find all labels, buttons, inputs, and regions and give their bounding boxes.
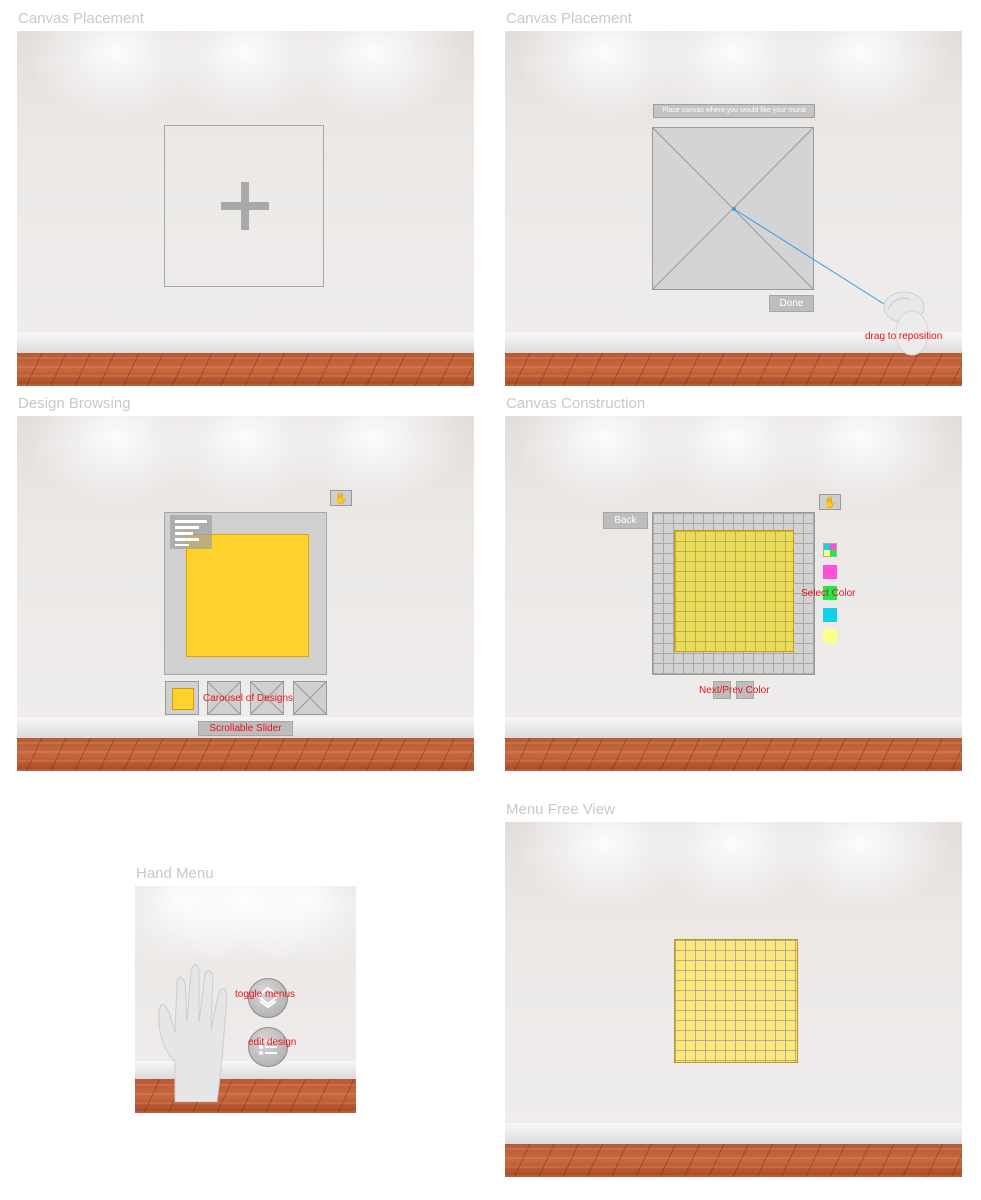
swatch-light-yellow[interactable] [823,629,837,643]
carousel-label: Carousel of Designs [203,693,294,704]
scene-design-browsing: ✋ Carousel of Designs Scrollable Slider [17,416,474,771]
pixel-grid-canvas[interactable] [652,512,815,675]
frame-title-canvas-placement-2: Canvas Placement [506,10,632,27]
scene-hand-menu: toggle menus edit design [135,886,356,1113]
scene-canvas-construction: Back ✋ Select Color Next/Prev Color [505,416,962,771]
swatch-magenta[interactable] [823,565,837,579]
baseboard [505,716,962,739]
scene-canvas-positioning: Place canvas where you would like your m… [505,31,962,386]
plus-icon [221,182,269,230]
slider-label: Scrollable Slider [209,723,282,734]
frame-title-design-browsing: Design Browsing [18,395,131,412]
wood-floor [505,1144,962,1177]
hand-toggle-button[interactable]: ✋ [819,494,841,510]
frame-title-menu-free-view: Menu Free View [506,801,615,818]
pinch-hand-icon [883,291,929,356]
back-button[interactable]: Back [603,512,648,529]
mural-canvas-grid[interactable] [674,939,798,1063]
select-color-label: Select Color [801,588,856,599]
frame-title-hand-menu: Hand Menu [136,865,214,882]
next-prev-label: Next/Prev Color [699,685,770,696]
wood-floor [17,353,474,386]
design-preview [186,534,309,657]
drag-hint-label: drag to reposition [865,331,943,342]
swatch-multicolor[interactable] [823,543,837,557]
edit-design-label: edit design [248,1037,297,1048]
design-preview-panel [164,512,327,675]
baseboard [17,331,474,354]
done-button[interactable]: Done [769,295,814,312]
frame-title-canvas-construction: Canvas Construction [506,395,646,412]
scene-canvas-placement [17,31,474,386]
design-fill-area [674,530,794,652]
open-hand-icon [158,964,228,1102]
scene-menu-free-view [505,822,962,1177]
carousel-item[interactable] [293,681,327,715]
hand-icon: ✋ [823,496,837,509]
scrollable-slider[interactable]: Scrollable Slider [198,721,293,736]
hand-toggle-button[interactable]: ✋ [330,490,352,506]
swatch-cyan[interactable] [823,608,837,622]
wood-floor [17,738,474,771]
wood-floor [505,738,962,771]
hand-icon: ✋ [334,492,348,505]
carousel-item-selected[interactable] [165,681,199,715]
toggle-menus-label: toggle menus [235,989,296,1000]
add-canvas-button[interactable] [164,125,324,287]
frame-title-canvas-placement: Canvas Placement [18,10,144,27]
menu-lines-icon[interactable] [170,515,212,549]
baseboard [505,1122,962,1145]
